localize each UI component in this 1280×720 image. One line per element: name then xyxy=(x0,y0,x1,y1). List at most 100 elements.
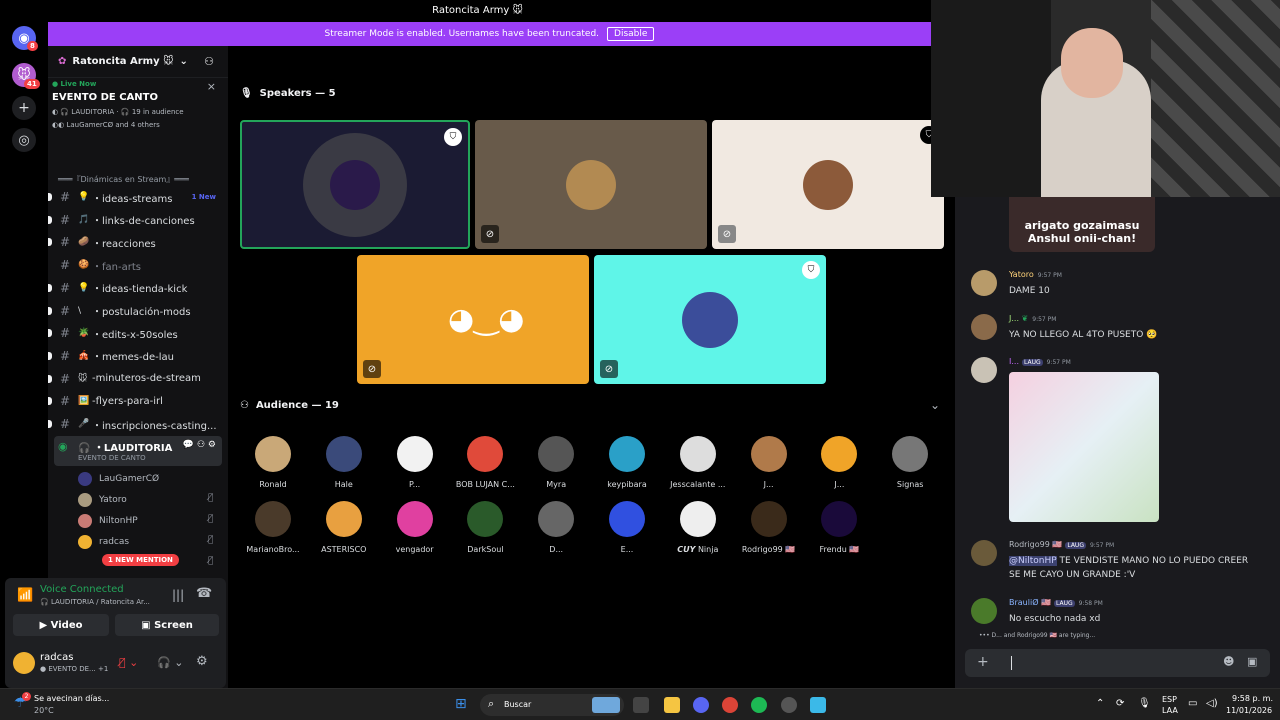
language-primary[interactable]: ESP xyxy=(1162,695,1177,704)
audience-member[interactable]: J... xyxy=(804,436,874,489)
audience-name: J... xyxy=(763,480,774,489)
message-image[interactable] xyxy=(1009,372,1159,522)
audience-member[interactable]: vengador xyxy=(380,501,450,554)
audience-member[interactable]: DarkSoul xyxy=(450,501,520,554)
audience-member[interactable]: Frendu 🇺🇸 xyxy=(804,501,874,554)
speaker-tile[interactable]: ⊘ xyxy=(475,120,707,249)
disable-button[interactable]: Disable xyxy=(607,27,655,41)
audience-member[interactable]: Rodrigo99 🇺🇸 xyxy=(734,501,804,554)
network-icon[interactable]: ▭ xyxy=(1188,698,1197,709)
unread-dot xyxy=(48,215,52,224)
speaker-tile[interactable]: ◕‿◕ ⊘ xyxy=(357,255,589,384)
audience-member[interactable]: J... xyxy=(734,436,804,489)
voice-channel-actions[interactable]: 💬 ⚇ ⚙ xyxy=(183,440,216,450)
obs-icon[interactable] xyxy=(781,697,797,713)
emoji-icon[interactable]: ☻ xyxy=(1223,655,1234,668)
audience-member[interactable]: BOB LUJAN C... xyxy=(450,436,520,489)
speaker-tile[interactable]: ⊘ ⛉ xyxy=(594,255,826,384)
sidebar-channel[interactable]: # 🖼️ -flyers-para-irl xyxy=(48,390,228,412)
clock-time[interactable]: 9:58 p. m. xyxy=(1232,694,1273,703)
settings-gear-icon[interactable]: ⚙ xyxy=(196,654,208,669)
channel-label: ・ideas-tienda-kick xyxy=(92,284,188,296)
audience-member[interactable]: E... xyxy=(592,501,662,554)
voice-user[interactable]: Yatoro xyxy=(78,490,127,510)
close-icon[interactable]: × xyxy=(207,80,216,93)
audience-member[interactable]: Jesscalante ... xyxy=(663,436,733,489)
tray-chevron-icon[interactable]: ⌃ xyxy=(1096,698,1104,709)
audience-member[interactable]: ASTERISCO xyxy=(309,501,379,554)
invite-people-icon[interactable]: ⚇ xyxy=(204,55,214,68)
sidebar-channel[interactable]: # 💡 ・ideas-tienda-kick xyxy=(48,277,228,299)
speaker-tile[interactable]: ⛉ xyxy=(240,120,470,249)
audience-member[interactable]: MarianoBro... xyxy=(238,501,308,554)
search-placeholder: Buscar xyxy=(504,700,532,709)
add-server-icon[interactable]: + xyxy=(12,96,36,120)
speaker-tile[interactable]: ⊘ ⛉ xyxy=(712,120,944,249)
notepad-icon[interactable] xyxy=(810,697,826,713)
noise-suppression-icon[interactable]: ||| xyxy=(172,588,184,602)
discord-logo-icon: ◕‿◕ xyxy=(448,301,525,337)
message-header: J... ❦ 9:57 PM xyxy=(1009,314,1057,323)
gif-icon[interactable]: ▣ xyxy=(1247,655,1257,668)
audience-name: MarianoBro... xyxy=(246,545,300,554)
headset-icon[interactable]: 🎧 ⌄ xyxy=(157,656,183,669)
voice-user[interactable]: LauGamerCØ xyxy=(78,469,159,489)
sidebar-channel[interactable]: # 🎪 ・memes-de-lau xyxy=(48,345,228,367)
sidebar-channel[interactable]: # 🎤 ・inscripciones-casting... xyxy=(48,413,228,435)
sidebar-channel[interactable]: # 🥔 ・reacciones xyxy=(48,231,228,253)
sidebar-channel[interactable]: # \ ・postulación-mods xyxy=(48,300,228,322)
sync-icon[interactable]: ⟳ xyxy=(1116,698,1124,709)
sidebar-channel[interactable]: # 💡 ・ideas-streams 1 New xyxy=(48,186,228,208)
audience-member[interactable]: keypibara xyxy=(592,436,662,489)
user-avatar[interactable] xyxy=(13,652,35,674)
chat-input[interactable]: + ☻ ▣ xyxy=(965,649,1270,677)
sidebar-channel[interactable]: # 🪴 ・edits-x-50soles xyxy=(48,322,228,344)
user-status: ● EVENTO DE... +1 xyxy=(40,665,109,673)
add-attachment-icon[interactable]: + xyxy=(977,654,989,670)
audience-name: Rodrigo99 🇺🇸 xyxy=(741,545,796,554)
voice-user[interactable]: radcas xyxy=(78,532,129,552)
new-mention-pill[interactable]: 1 NEW MENTION xyxy=(102,554,179,566)
audience-member[interactable]: Ronald xyxy=(238,436,308,489)
audience-member[interactable]: Signas xyxy=(875,436,945,489)
channel-emoji: \ xyxy=(78,305,82,316)
audience-member[interactable]: Hale xyxy=(309,436,379,489)
audience-member[interactable]: P... xyxy=(380,436,450,489)
sidebar-channel[interactable]: # 🍪 ・fan-arts xyxy=(48,254,228,276)
screen-share-button[interactable]: ▣ Screen xyxy=(115,614,219,636)
channel-category[interactable]: ═══『Dinámicas en Stream』═══ xyxy=(58,174,189,185)
voice-user[interactable]: NiltonHP xyxy=(78,511,138,531)
channel-emoji: 💡 xyxy=(78,282,90,293)
voice-connected-label[interactable]: Voice Connected xyxy=(40,584,124,595)
live-stage-card[interactable]: ● Live Now × EVENTO DE CANTO ◐ 🎧 LAUDITO… xyxy=(52,80,224,152)
sidebar-channel[interactable]: # 🐭 -minuteros-de-stream xyxy=(48,368,228,390)
weather-text[interactable]: Se avecinan días... xyxy=(34,694,109,703)
audience-name: keypibara xyxy=(607,480,647,489)
microphone-icon[interactable]: 🎙 xyxy=(1138,698,1151,709)
sidebar-channel[interactable]: # 🎵 ・links-de-canciones xyxy=(48,209,228,231)
file-explorer-icon[interactable] xyxy=(664,697,680,713)
disconnect-icon[interactable]: ☎ xyxy=(196,586,212,601)
task-view-icon[interactable] xyxy=(633,697,649,713)
windows-start-icon[interactable]: ⊞ xyxy=(455,696,467,712)
mute-mic-icon[interactable]: 🎙̸ ⌄ xyxy=(119,656,138,669)
discover-icon[interactable]: ◎ xyxy=(12,128,36,152)
message-body: DAME 10 xyxy=(1009,286,1050,296)
chat-panel: arigato gozaimasu Anshul onii-chan! Yato… xyxy=(955,197,1280,688)
channel-emoji: 🐭 xyxy=(78,373,88,384)
chevron-down-icon[interactable]: ⌄ xyxy=(930,398,940,412)
audience-member[interactable]: 𝘾𝙐𝙔 Ninja xyxy=(663,501,733,554)
channel-label: ・inscripciones-casting... xyxy=(92,420,217,432)
discord-taskbar-icon[interactable] xyxy=(693,697,709,713)
audience-member[interactable]: Myra xyxy=(521,436,591,489)
hash-icon: # xyxy=(59,212,70,227)
taskbar-search[interactable]: ⌕ Buscar xyxy=(480,694,624,716)
voice-channel-lauditoria[interactable]: ◉ 🎧 ・LAUDITORIA EVENTO DE CANTO 💬 ⚇ ⚙ xyxy=(54,436,222,466)
chrome-icon[interactable] xyxy=(722,697,738,713)
audience-member[interactable]: D... xyxy=(521,501,591,554)
banner-text: Streamer Mode is enabled. Usernames have… xyxy=(324,29,600,39)
spotify-icon[interactable] xyxy=(751,697,767,713)
video-button[interactable]: ▶ Video xyxy=(13,614,109,636)
server-header[interactable]: ✿ Ratoncita Army 🐭 ⌄ ⚇ xyxy=(48,46,228,78)
volume-icon[interactable]: ◁) xyxy=(1206,698,1218,709)
